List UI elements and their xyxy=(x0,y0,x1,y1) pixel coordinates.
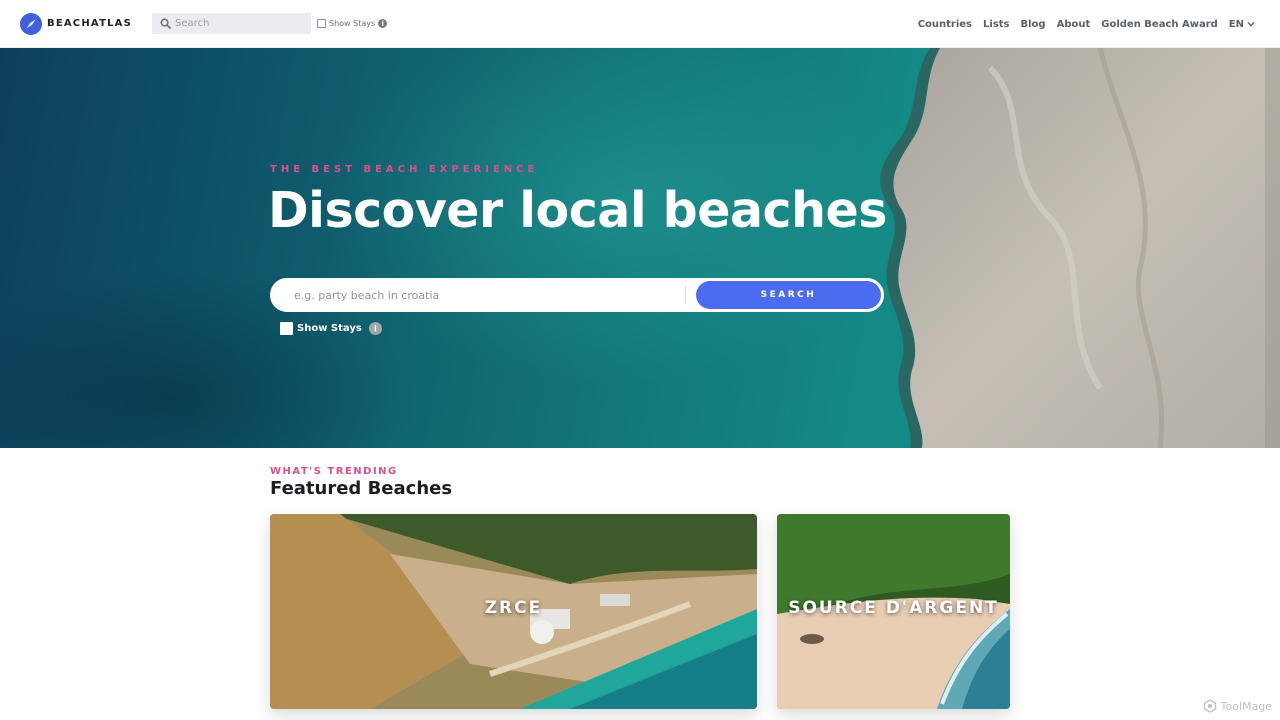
info-icon[interactable]: i xyxy=(368,322,382,335)
nav-search-input[interactable] xyxy=(175,18,305,29)
hero-section: THE BEST BEACH EXPERIENCE Discover local… xyxy=(0,48,1280,448)
hero-search-divider xyxy=(685,286,686,304)
watermark-text: ToolMage xyxy=(1220,699,1272,713)
watermark: ToolMage xyxy=(1203,699,1272,713)
nav-show-stays-checkbox[interactable] xyxy=(317,19,326,28)
hero-show-stays: Show Stays i xyxy=(280,322,382,335)
hero-search-bar: SEARCH xyxy=(270,278,884,312)
hero-title: Discover local beaches xyxy=(268,182,887,239)
nav-link-countries[interactable]: Countries xyxy=(918,19,972,30)
hero-search-button[interactable]: SEARCH xyxy=(696,281,881,309)
nav-search-box[interactable] xyxy=(152,13,311,34)
featured-beach-card-source-dargent[interactable]: SOURCE D'ARGENT xyxy=(777,514,1010,709)
search-icon xyxy=(160,18,171,29)
chevron-down-icon xyxy=(1247,22,1255,27)
compass-logo-icon xyxy=(20,12,42,35)
nav-link-lists[interactable]: Lists xyxy=(983,19,1009,30)
card-label-zrce: ZRCE xyxy=(484,598,543,618)
hero-kicker: THE BEST BEACH EXPERIENCE xyxy=(270,164,539,175)
nav-show-stays-label: Show Stays xyxy=(329,19,376,28)
featured-kicker: WHAT'S TRENDING xyxy=(270,466,398,477)
brand-name: BEACHATLAS xyxy=(47,18,132,29)
watermark-logo-icon xyxy=(1203,699,1216,713)
info-icon[interactable]: i xyxy=(378,19,388,28)
hero-show-stays-label: Show Stays xyxy=(297,323,362,334)
nav-links: Countries Lists Blog About Golden Beach … xyxy=(907,0,1255,48)
featured-title: Featured Beaches xyxy=(270,478,453,499)
nav-link-blog[interactable]: Blog xyxy=(1021,19,1046,30)
nav-show-stays: Show Stays i xyxy=(317,19,388,28)
brand-home-link[interactable]: BEACHATLAS xyxy=(20,12,132,35)
language-selector[interactable]: EN xyxy=(1229,19,1255,30)
top-navbar: BEACHATLAS Show Stays i Countries Lists … xyxy=(0,0,1280,48)
card-label-source-dargent: SOURCE D'ARGENT xyxy=(788,598,999,618)
nav-link-about[interactable]: About xyxy=(1057,19,1091,30)
featured-beach-card-zrce[interactable]: ZRCE xyxy=(270,514,757,709)
hero-show-stays-checkbox[interactable] xyxy=(280,322,293,335)
nav-link-golden-beach-award[interactable]: Golden Beach Award xyxy=(1101,19,1218,30)
hero-rocky-coast-image xyxy=(880,48,1280,448)
language-label: EN xyxy=(1228,18,1244,30)
hero-search-input[interactable] xyxy=(272,281,662,309)
